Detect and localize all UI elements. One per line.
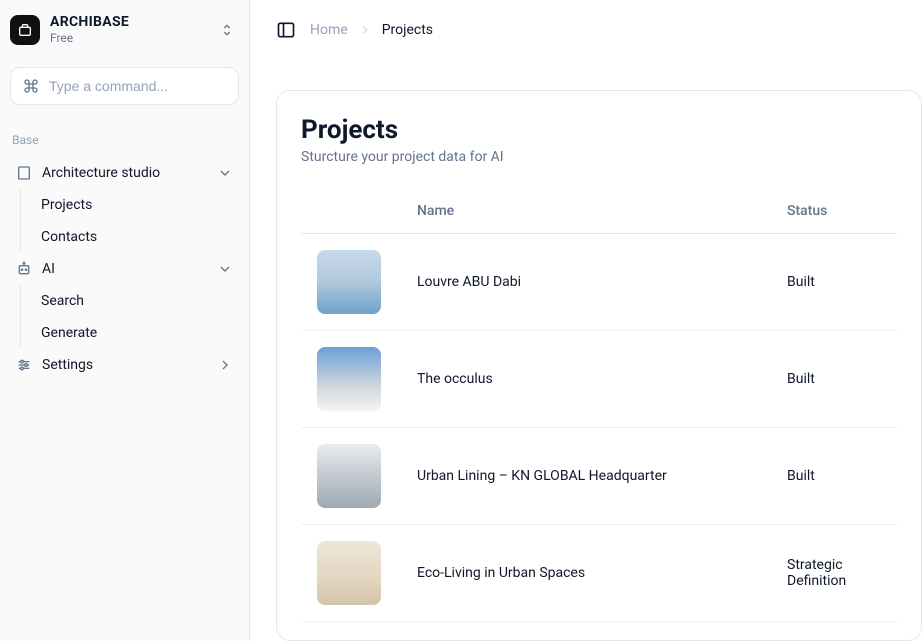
ai-icon	[16, 261, 32, 277]
table-row[interactable]: Louvre ABU Dabi Built	[301, 234, 897, 331]
main: Home Projects Projects Sturcture your pr…	[250, 0, 922, 641]
table-header-status[interactable]: Status	[787, 189, 897, 234]
sidebar-section-heading: Base	[10, 133, 239, 147]
sidebar-item-search[interactable]: Search	[35, 285, 239, 317]
sidebar-item-label: AI	[42, 261, 55, 277]
project-status: Built	[787, 234, 897, 331]
project-thumbnail	[317, 347, 381, 411]
project-name: Louvre ABU Dabi	[417, 234, 787, 331]
project-name: The occulus	[417, 331, 787, 428]
command-input[interactable]	[10, 67, 239, 105]
sidebar-item-generate[interactable]: Generate	[35, 317, 239, 349]
command-icon	[23, 78, 39, 94]
topbar: Home Projects	[250, 0, 922, 50]
breadcrumb-current: Projects	[382, 22, 433, 38]
project-status: Strategic Definition	[787, 525, 897, 622]
brand-title: ARCHIBASE	[50, 14, 129, 31]
table-header-thumb	[301, 189, 417, 234]
project-name: Eco-Living in Urban Spaces	[417, 525, 787, 622]
building-icon	[16, 165, 32, 181]
table-row[interactable]: Eco-Living in Urban Spaces Strategic Def…	[301, 525, 897, 622]
sidebar-item-label: Architecture studio	[42, 165, 160, 181]
table-row[interactable]: The occulus Built	[301, 331, 897, 428]
sidebar: ARCHIBASE Free Base Architec	[0, 0, 250, 641]
table-row[interactable]: Urban Lining – KN GLOBAL Headquarter Bui…	[301, 428, 897, 525]
sidebar-item-projects[interactable]: Projects	[35, 189, 239, 221]
chevron-right-icon	[217, 357, 233, 373]
sidebar-toggle-button[interactable]	[276, 20, 296, 40]
project-thumbnail	[317, 444, 381, 508]
workspace-switcher[interactable]: ARCHIBASE Free	[10, 10, 239, 55]
project-status: Built	[787, 428, 897, 525]
project-thumbnail	[317, 541, 381, 605]
sidebar-subgroup-architecture: Projects Contacts	[20, 189, 239, 253]
brand-logo-icon	[10, 15, 40, 45]
project-name: Urban Lining – KN GLOBAL Headquarter	[417, 428, 787, 525]
page-title: Projects	[301, 115, 897, 145]
breadcrumb: Home Projects	[310, 22, 433, 38]
brand-subtitle: Free	[50, 31, 129, 45]
project-thumbnail	[317, 250, 381, 314]
settings-icon	[16, 357, 32, 373]
sidebar-item-label: Settings	[42, 357, 93, 373]
project-status: Built	[787, 331, 897, 428]
chevron-down-icon	[217, 261, 233, 277]
selector-icon	[219, 22, 235, 38]
sidebar-subgroup-ai: Search Generate	[20, 285, 239, 349]
sidebar-item-ai[interactable]: AI	[10, 253, 239, 285]
projects-card: Projects Sturcture your project data for…	[276, 90, 922, 641]
chevron-down-icon	[217, 165, 233, 181]
sidebar-item-architecture-studio[interactable]: Architecture studio	[10, 157, 239, 189]
breadcrumb-home[interactable]: Home	[310, 22, 348, 38]
sidebar-item-contacts[interactable]: Contacts	[35, 221, 239, 253]
page-subtitle: Sturcture your project data for AI	[301, 149, 897, 165]
chevron-right-icon	[358, 23, 372, 37]
sidebar-item-settings[interactable]: Settings	[10, 349, 239, 381]
projects-table: Name Status Louvre ABU Dabi Built The oc	[301, 189, 897, 622]
table-header-name[interactable]: Name	[417, 189, 787, 234]
command-input-field[interactable]	[49, 78, 226, 94]
